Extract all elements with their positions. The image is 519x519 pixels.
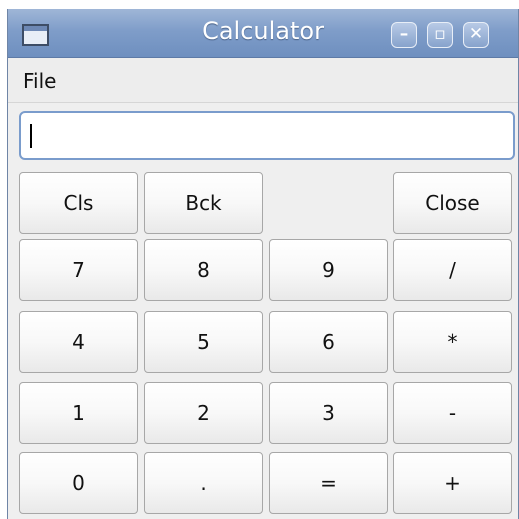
close-button[interactable]: Close (393, 172, 512, 234)
digit-5-button[interactable]: 5 (144, 311, 263, 373)
digit-2-button[interactable]: 2 (144, 382, 263, 444)
digit-9-button[interactable]: 9 (269, 239, 388, 301)
digit-3-button[interactable]: 3 (269, 382, 388, 444)
close-window-icon[interactable]: ✕ (463, 22, 489, 48)
minimize-icon[interactable]: – (391, 22, 417, 48)
add-button[interactable]: + (393, 452, 512, 514)
maximize-icon[interactable]: ▫ (427, 22, 453, 48)
text-caret (30, 124, 32, 148)
decimal-point-button[interactable]: . (144, 452, 263, 514)
menu-bar: File (8, 58, 518, 103)
digit-7-button[interactable]: 7 (19, 239, 138, 301)
digit-0-button[interactable]: 0 (19, 452, 138, 514)
digit-1-button[interactable]: 1 (19, 382, 138, 444)
multiply-button[interactable]: * (393, 311, 512, 373)
title-bar[interactable]: Calculator – ▫ ✕ (8, 9, 518, 58)
backspace-button[interactable]: Bck (144, 172, 263, 234)
subtract-button[interactable]: - (393, 382, 512, 444)
clear-button[interactable]: Cls (19, 172, 138, 234)
menu-file[interactable]: File (23, 69, 56, 93)
equals-button[interactable]: = (269, 452, 388, 514)
calculator-display[interactable] (19, 111, 515, 160)
divide-button[interactable]: / (393, 239, 512, 301)
digit-8-button[interactable]: 8 (144, 239, 263, 301)
digit-4-button[interactable]: 4 (19, 311, 138, 373)
calculator-window: Calculator – ▫ ✕ File Cls Bck Close 7 8 … (7, 9, 519, 519)
digit-6-button[interactable]: 6 (269, 311, 388, 373)
